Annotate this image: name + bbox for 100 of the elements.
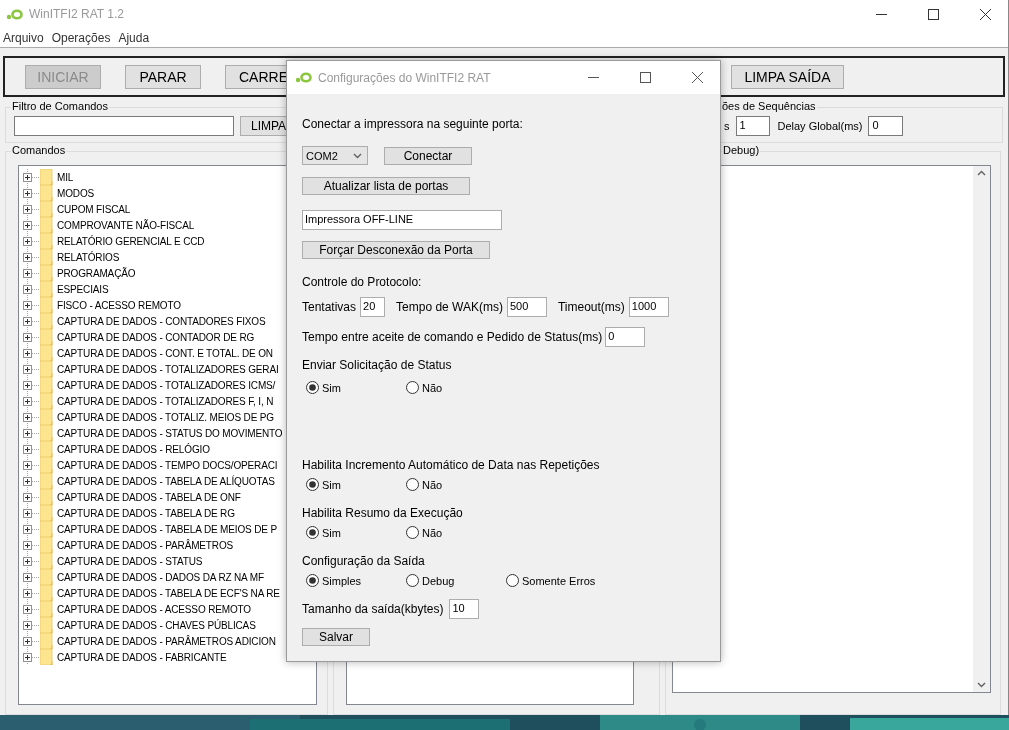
tree-item[interactable]: CAPTURA DE DADOS - CONTADORES FIXOS bbox=[57, 315, 266, 327]
tree-item[interactable]: CAPTURA DE DADOS - PARÂMETROS bbox=[57, 539, 234, 551]
tree-item[interactable]: CAPTURA DE DADOS - RELÓGIO bbox=[57, 443, 210, 455]
tree-item[interactable]: CAPTURA DE DADOS - TABELA DE ECF'S NA RE bbox=[57, 587, 280, 599]
radio-label[interactable]: Sim bbox=[322, 478, 341, 491]
number-field[interactable]: 500 bbox=[506, 297, 547, 317]
number-field[interactable]: 20 bbox=[360, 297, 386, 317]
tree-item[interactable]: CAPTURA DE DADOS - FABRICANTE bbox=[57, 651, 227, 663]
radio-label[interactable]: Simples bbox=[322, 574, 362, 587]
menu-item[interactable]: Operações bbox=[51, 30, 111, 45]
radio-button[interactable] bbox=[406, 526, 419, 539]
tree-item[interactable]: RELATÓRIOS bbox=[57, 251, 120, 263]
radio-label[interactable]: Não bbox=[422, 478, 443, 491]
maximize-icon[interactable] bbox=[927, 8, 939, 20]
plus-box-icon[interactable] bbox=[23, 556, 32, 566]
close-icon[interactable] bbox=[691, 72, 703, 83]
scroll-down-icon[interactable] bbox=[977, 682, 986, 688]
plus-box-icon[interactable] bbox=[23, 348, 32, 358]
disconnect-button[interactable]: Forçar Desconexão da Porta bbox=[302, 241, 490, 259]
tree-item[interactable]: CAPTURA DE DADOS - TOTALIZADORES ICMS/ bbox=[57, 379, 276, 391]
radio-button[interactable] bbox=[306, 526, 319, 539]
scroll-down-icon[interactable] bbox=[353, 152, 362, 159]
close-icon[interactable] bbox=[979, 8, 991, 20]
plus-box-icon[interactable] bbox=[23, 588, 32, 598]
plus-box-icon[interactable] bbox=[23, 252, 32, 262]
radio-button[interactable] bbox=[406, 574, 419, 587]
port-dropdown[interactable]: COM2 bbox=[302, 146, 368, 165]
tree-item[interactable]: CAPTURA DE DADOS - TEMPO DOCS/OPERACI bbox=[57, 459, 278, 471]
plus-box-icon[interactable] bbox=[23, 332, 32, 342]
plus-box-icon[interactable] bbox=[23, 396, 32, 406]
refresh-ports-button[interactable]: Atualizar lista de portas bbox=[302, 177, 470, 195]
scroll-up-icon[interactable] bbox=[977, 170, 986, 176]
tree-item[interactable]: MIL bbox=[57, 171, 74, 183]
plus-box-icon[interactable] bbox=[23, 316, 32, 326]
plus-box-icon[interactable] bbox=[23, 508, 32, 518]
plus-box-icon[interactable] bbox=[23, 636, 32, 646]
tree-item[interactable]: COMPROVANTE NÃO-FISCAL bbox=[57, 219, 195, 231]
plus-box-icon[interactable] bbox=[23, 428, 32, 438]
tree-item[interactable]: MODOS bbox=[57, 187, 95, 199]
tree-item[interactable]: CAPTURA DE DADOS - CONTADOR DE RG bbox=[57, 331, 255, 343]
plus-box-icon[interactable] bbox=[23, 172, 32, 182]
plus-box-icon[interactable] bbox=[23, 476, 32, 486]
maximize-icon[interactable] bbox=[639, 72, 651, 83]
radio-label[interactable]: Somente Erros bbox=[522, 574, 596, 587]
radio-button[interactable] bbox=[506, 574, 519, 587]
clear-output-button[interactable]: LIMPA SAÍDA bbox=[731, 64, 844, 89]
plus-box-icon[interactable] bbox=[23, 412, 32, 422]
scrollbar[interactable] bbox=[973, 166, 990, 692]
radio-button[interactable] bbox=[406, 381, 419, 394]
tree-item[interactable]: CAPTURA DE DADOS - STATUS DO MOVIMENTO bbox=[57, 427, 283, 439]
tree-item[interactable]: CAPTURA DE DADOS - TABELA DE RG bbox=[57, 507, 235, 519]
number-field[interactable]: 10 bbox=[449, 599, 480, 619]
number-field[interactable]: 1 bbox=[735, 116, 770, 136]
tree-item[interactable]: CAPTURA DE DADOS - CHAVES PÚBLICAS bbox=[57, 619, 256, 631]
tree-item[interactable]: CAPTURA DE DADOS - TOTALIZADORES F, I, N bbox=[57, 395, 274, 407]
tree-item[interactable]: CUPOM FISCAL bbox=[57, 203, 131, 215]
radio-label[interactable]: Não bbox=[422, 526, 443, 539]
connect-button[interactable]: Conectar bbox=[384, 146, 472, 165]
plus-box-icon[interactable] bbox=[23, 188, 32, 198]
plus-box-icon[interactable] bbox=[23, 268, 32, 278]
plus-box-icon[interactable] bbox=[23, 540, 32, 550]
plus-box-icon[interactable] bbox=[23, 620, 32, 630]
tree-item[interactable]: CAPTURA DE DADOS - TABELA DE MEIOS DE P bbox=[57, 523, 277, 535]
plus-box-icon[interactable] bbox=[23, 364, 32, 374]
tree-item[interactable]: CAPTURA DE DADOS - PARÂMETROS ADICION bbox=[57, 635, 276, 647]
menu-item[interactable]: Ajuda bbox=[118, 30, 150, 45]
radio-button[interactable] bbox=[306, 478, 319, 491]
plus-box-icon[interactable] bbox=[23, 444, 32, 454]
plus-box-icon[interactable] bbox=[23, 460, 32, 470]
tree-item[interactable]: CAPTURA DE DADOS - TOTALIZ. MEIOS DE PG bbox=[57, 411, 274, 423]
tree-item[interactable]: CAPTURA DE DADOS - DADOS DA RZ NA MF bbox=[57, 571, 264, 583]
minimize-icon[interactable] bbox=[875, 13, 887, 15]
plus-box-icon[interactable] bbox=[23, 204, 32, 214]
plus-box-icon[interactable] bbox=[23, 380, 32, 390]
tree-item[interactable]: CAPTURA DE DADOS - TOTALIZADORES GERAI bbox=[57, 363, 279, 375]
tree-item[interactable]: CAPTURA DE DADOS - ACESSO REMOTO bbox=[57, 603, 251, 615]
menu-item[interactable]: Arquivo bbox=[3, 30, 44, 45]
plus-box-icon[interactable] bbox=[23, 284, 32, 294]
plus-box-icon[interactable] bbox=[23, 524, 32, 534]
plus-box-icon[interactable] bbox=[23, 492, 32, 502]
save-button[interactable]: Salvar bbox=[302, 628, 370, 646]
plus-box-icon[interactable] bbox=[23, 652, 32, 662]
tree-item[interactable]: ESPECIAIS bbox=[57, 283, 109, 295]
number-field[interactable]: 0 bbox=[868, 116, 904, 136]
number-field[interactable]: 0 bbox=[605, 327, 646, 347]
plus-box-icon[interactable] bbox=[23, 236, 32, 246]
tree-item[interactable]: RELATÓRIO GERENCIAL E CCD bbox=[57, 235, 205, 247]
minimize-icon[interactable] bbox=[587, 77, 599, 78]
number-field[interactable]: 1000 bbox=[628, 297, 669, 317]
tree-item[interactable]: CAPTURA DE DADOS - STATUS bbox=[57, 555, 203, 567]
radio-label[interactable]: Não bbox=[422, 381, 443, 394]
tree-item[interactable]: FISCO - ACESSO REMOTO bbox=[57, 299, 181, 311]
tree-item[interactable]: CAPTURA DE DADOS - TABELA DE ALÍQUOTAS bbox=[57, 475, 275, 487]
tree-item[interactable]: PROGRAMAÇÃO bbox=[57, 267, 136, 279]
toolbar-button[interactable]: PARAR bbox=[125, 64, 201, 89]
plus-box-icon[interactable] bbox=[23, 220, 32, 230]
plus-box-icon[interactable] bbox=[23, 300, 32, 310]
radio-label[interactable]: Sim bbox=[322, 381, 341, 394]
radio-label[interactable]: Sim bbox=[322, 526, 341, 539]
radio-button[interactable] bbox=[406, 478, 419, 491]
